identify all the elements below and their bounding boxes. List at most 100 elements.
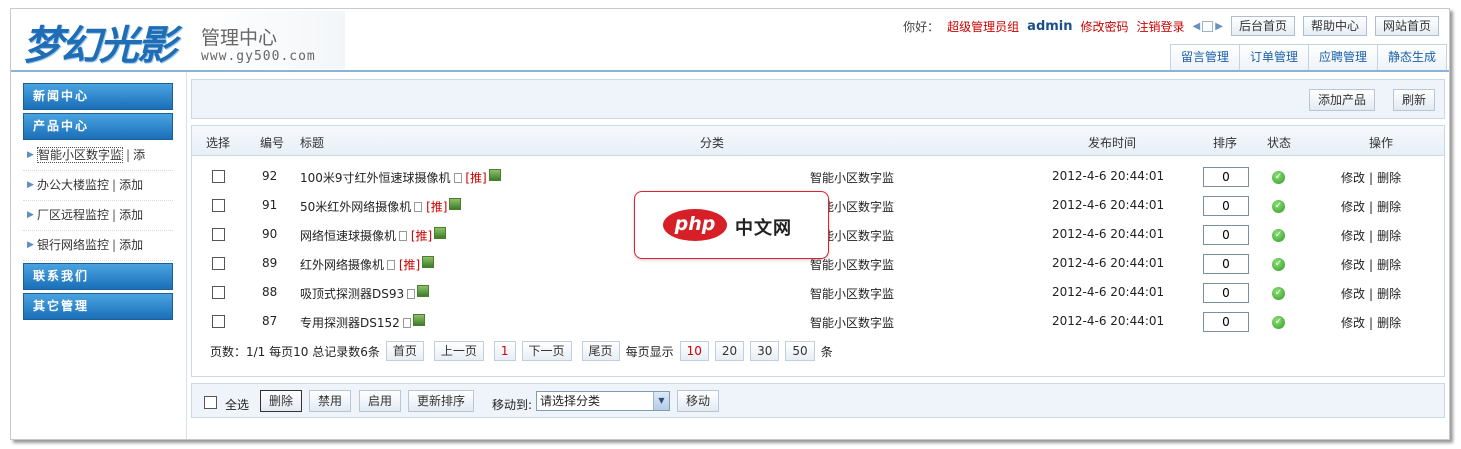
col-select: 选择 <box>206 136 231 150</box>
sidebar-item-add[interactable]: 添 <box>133 148 145 162</box>
tab-static-generate[interactable]: 静态生成 <box>1376 45 1446 70</box>
delete-link[interactable]: 删除 <box>1377 171 1401 185</box>
tab-messages[interactable]: 留言管理 <box>1171 45 1239 70</box>
status-ok-icon[interactable]: ✓ <box>1272 316 1285 329</box>
sidebar-item-label[interactable]: 办公大楼监控 <box>37 178 109 192</box>
delete-button[interactable]: 删除 <box>260 390 303 412</box>
status-ok-icon[interactable]: ✓ <box>1272 229 1285 242</box>
sort-order-input[interactable] <box>1203 312 1249 332</box>
page-size-30[interactable]: 30 <box>750 341 780 361</box>
row-checkbox[interactable] <box>212 315 225 328</box>
sidebar-item-label[interactable]: 银行网络监控 <box>37 238 109 252</box>
edit-link[interactable]: 修改 <box>1341 287 1365 301</box>
disable-button[interactable]: 禁用 <box>309 390 352 412</box>
enable-button[interactable]: 启用 <box>359 390 402 412</box>
sidebar-item-office-building[interactable]: ▶ 办公大楼监控 | 添加 <box>23 171 173 201</box>
move-button[interactable]: 移动 <box>677 390 720 412</box>
refresh-button[interactable]: 刷新 <box>1393 89 1436 111</box>
status-ok-icon[interactable]: ✓ <box>1272 258 1285 271</box>
edit-link[interactable]: 修改 <box>1341 171 1365 185</box>
delete-link[interactable]: 删除 <box>1377 200 1401 214</box>
sidebar-head-contact[interactable]: 联系我们 <box>23 263 173 290</box>
edit-link[interactable]: 修改 <box>1341 200 1365 214</box>
admin-home-button[interactable]: 后台首页 <box>1230 16 1295 36</box>
status-ok-icon[interactable]: ✓ <box>1272 200 1285 213</box>
arrow-left-icon[interactable]: ◀ <box>1193 21 1201 32</box>
help-center-button[interactable]: 帮助中心 <box>1302 16 1367 36</box>
logout-link[interactable]: 注销登录 <box>1137 18 1185 35</box>
document-icon <box>399 231 408 241</box>
page-size-10[interactable]: 10 <box>679 341 709 361</box>
row-checkbox[interactable] <box>212 286 225 299</box>
sidebar-head-products[interactable]: 产品中心 <box>23 113 173 140</box>
site-home-button[interactable]: 网站首页 <box>1374 16 1439 36</box>
row-title-text[interactable]: 50米红外网络摄像机 <box>300 200 411 214</box>
sidebar-item-add[interactable]: 添加 <box>119 208 143 222</box>
sort-order-input[interactable] <box>1203 283 1249 303</box>
row-title-text[interactable]: 网络恒速球摄像机 <box>300 229 396 243</box>
nav-arrows[interactable]: ◀ ▶ <box>1193 20 1223 32</box>
tab-orders[interactable]: 订单管理 <box>1238 45 1308 70</box>
row-title[interactable]: 专用探测器DS152 <box>300 314 425 331</box>
sort-order-input[interactable] <box>1203 225 1249 245</box>
row-title[interactable]: 100米9寸红外恒速球摄像机 [推] <box>300 169 501 186</box>
select-all-checkbox[interactable] <box>204 396 217 409</box>
arrow-right-icon[interactable]: ▶ <box>1215 21 1223 32</box>
category-select[interactable]: 请选择分类 ▼ <box>536 391 670 411</box>
row-title[interactable]: 吸顶式探测器DS93 <box>300 285 430 302</box>
page-size-50[interactable]: 50 <box>785 341 815 361</box>
row-id: 88 <box>262 285 278 299</box>
add-product-button[interactable]: 添加产品 <box>1309 89 1376 111</box>
row-checkbox[interactable] <box>212 257 225 270</box>
row-title-text[interactable]: 吸顶式探测器DS93 <box>300 287 404 301</box>
document-icon <box>414 202 423 212</box>
row-title[interactable]: 50米红外网络摄像机 [推] <box>300 198 462 215</box>
user-role: 超级管理员组 <box>947 19 1020 34</box>
chevron-down-icon[interactable]: ▼ <box>653 392 669 410</box>
edit-link[interactable]: 修改 <box>1341 258 1365 272</box>
prev-page-button[interactable]: 上一页 <box>433 341 484 361</box>
current-page[interactable]: 1 <box>493 341 516 361</box>
delete-link[interactable]: 删除 <box>1377 229 1401 243</box>
sidebar-item-label[interactable]: 厂区远程监控 <box>37 208 109 222</box>
last-page-button[interactable]: 尾页 <box>581 341 620 361</box>
row-id: 92 <box>262 169 278 183</box>
sidebar-item-smart-community[interactable]: ▶ 智能小区数字监 | 添 <box>23 141 173 171</box>
delete-link[interactable]: 删除 <box>1377 287 1401 301</box>
sidebar-item-factory-remote[interactable]: ▶ 厂区远程监控 | 添加 <box>23 201 173 231</box>
delete-link[interactable]: 删除 <box>1377 316 1401 330</box>
status-ok-icon[interactable]: ✓ <box>1272 171 1285 184</box>
tab-applications[interactable]: 应聘管理 <box>1307 45 1377 70</box>
row-title-text[interactable]: 100米9寸红外恒速球摄像机 <box>300 171 451 185</box>
edit-link[interactable]: 修改 <box>1341 229 1365 243</box>
row-time: 2012-4-6 20:44:01 <box>1052 256 1165 270</box>
next-page-button[interactable]: 下一页 <box>521 341 572 361</box>
row-checkbox[interactable] <box>212 228 225 241</box>
sort-order-input[interactable] <box>1203 167 1249 187</box>
row-title-text[interactable]: 红外网络摄像机 <box>300 258 384 272</box>
sort-order-input[interactable] <box>1203 254 1249 274</box>
edit-link[interactable]: 修改 <box>1341 316 1365 330</box>
delete-link[interactable]: 删除 <box>1377 258 1401 272</box>
sidebar-item-add[interactable]: 添加 <box>119 238 143 252</box>
row-time: 2012-4-6 20:44:01 <box>1052 198 1165 212</box>
row-checkbox[interactable] <box>212 170 225 183</box>
row-actions: 修改 | 删除 <box>1341 171 1402 185</box>
row-checkbox[interactable] <box>212 199 225 212</box>
update-sort-button[interactable]: 更新排序 <box>408 390 475 412</box>
sidebar-item-add[interactable]: 添加 <box>119 178 143 192</box>
move-to-label: 移动到: <box>492 398 533 412</box>
logo-text: 梦幻光影 <box>23 22 177 69</box>
sidebar-item-label[interactable]: 智能小区数字监 <box>37 147 124 163</box>
row-title[interactable]: 网络恒速球摄像机 [推] <box>300 227 447 244</box>
sidebar-head-news[interactable]: 新闻中心 <box>23 83 173 110</box>
sidebar-head-other[interactable]: 其它管理 <box>23 293 173 320</box>
sort-order-input[interactable] <box>1203 196 1249 216</box>
sidebar-item-bank-network[interactable]: ▶ 银行网络监控 | 添加 <box>23 231 173 261</box>
row-title-text[interactable]: 专用探测器DS152 <box>300 316 400 330</box>
status-ok-icon[interactable]: ✓ <box>1272 287 1285 300</box>
row-title[interactable]: 红外网络摄像机 [推] <box>300 256 435 273</box>
first-page-button[interactable]: 首页 <box>385 341 424 361</box>
change-password-link[interactable]: 修改密码 <box>1081 18 1129 35</box>
page-size-20[interactable]: 20 <box>714 341 745 361</box>
